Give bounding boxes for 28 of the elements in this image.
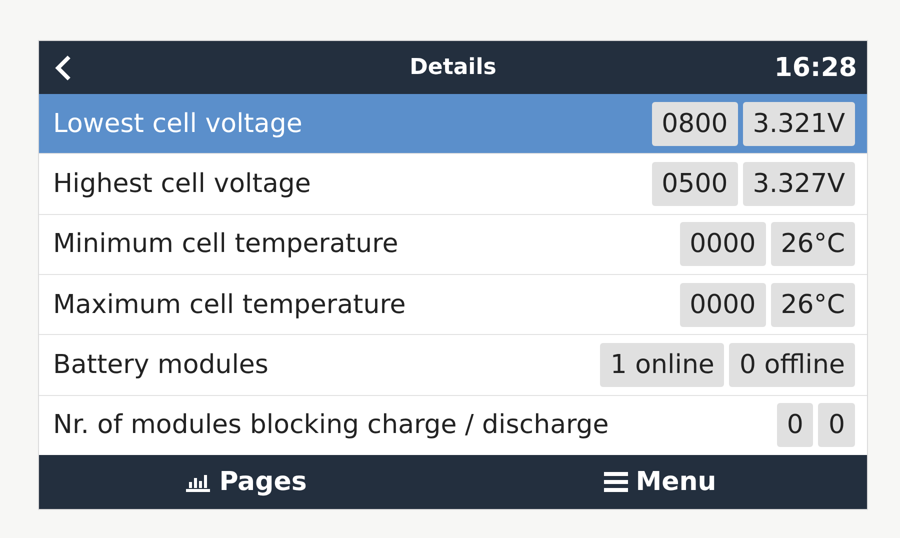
clock-time: 16:28 [774,52,857,82]
value-badge: 1 online [600,342,724,387]
chevron-left-icon [53,54,73,82]
list-row[interactable]: Lowest cell voltage 0800 3.321V [39,94,867,154]
value-badge: 3.321V [742,102,855,146]
list-row[interactable]: Minimum cell temperature 0000 26°C [39,214,867,275]
row-label: Maximum cell temperature [53,290,406,320]
pages-button[interactable]: Pages [39,466,453,498]
value-badge: 0 offline [729,342,855,387]
value-badge: 0800 [652,102,738,146]
menu-icon [604,471,628,493]
row-label: Highest cell voltage [53,168,311,199]
value-badge: 3.327V [742,162,855,206]
row-label: Battery modules [53,350,268,380]
value-badge: 0000 [680,222,766,266]
menu-button[interactable]: Menu [453,466,867,498]
row-label: Minimum cell temperature [53,229,398,260]
row-label: Lowest cell voltage [53,108,302,139]
value-badge: 0 [818,403,855,448]
value-badge: 0500 [652,162,738,206]
page-title: Details [410,55,496,80]
value-badge: 26°C [770,282,855,327]
bar-chart-icon [185,472,212,492]
value-badge: 0000 [680,282,766,327]
value-badge: 26°C [770,222,855,266]
row-label: Nr. of modules blocking charge / discharge [53,410,609,440]
back-button[interactable] [53,54,73,82]
value-badge: 0 [776,403,814,448]
